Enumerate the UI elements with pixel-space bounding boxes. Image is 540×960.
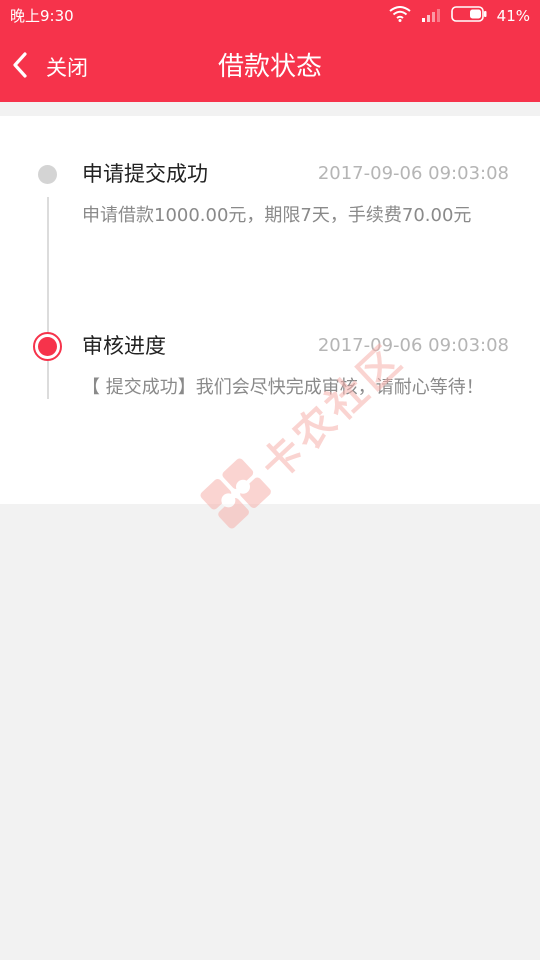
timeline-time: 2017-09-06 09:03:08	[317, 335, 509, 356]
loan-status-card: 申请提交成功 2017-09-06 09:03:08 申请借款1000.00元，…	[0, 116, 540, 504]
back-label: 关闭	[46, 56, 88, 80]
battery-icon	[450, 6, 487, 26]
signal-icon	[421, 7, 441, 26]
timeline-title: 审核进度	[82, 334, 166, 358]
timeline-title: 申请提交成功	[82, 162, 208, 186]
timeline-description: 申请借款1000.00元，期限7天，手续费70.00元	[82, 205, 472, 226]
timeline-time: 2017-09-06 09:03:08	[317, 163, 509, 184]
timeline-dot-current	[33, 332, 62, 361]
wifi-icon	[389, 6, 411, 26]
nav-bar: 关闭 借款状态	[0, 32, 540, 102]
timeline-connector	[47, 197, 49, 399]
chevron-left-icon	[12, 52, 28, 82]
app-header: 晚上9:30 41% 关闭 借款状态	[0, 0, 540, 102]
status-bar: 晚上9:30 41%	[0, 0, 540, 32]
timeline-description: 【 提交成功】我们会尽快完成审核，请耐心等待！	[82, 377, 484, 398]
status-time: 晚上9:30	[10, 7, 74, 25]
battery-percentage: 41%	[496, 7, 530, 25]
timeline-dot-done	[38, 165, 57, 184]
back-button[interactable]: 关闭	[12, 46, 88, 88]
status-icons: 41%	[389, 5, 530, 27]
